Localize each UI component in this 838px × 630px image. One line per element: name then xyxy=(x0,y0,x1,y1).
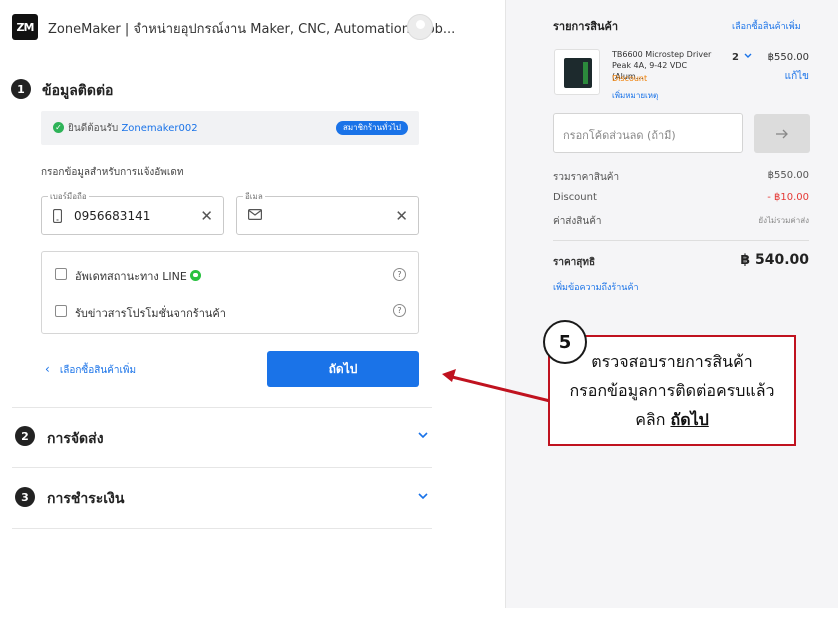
email-clear-icon[interactable]: ✕ xyxy=(395,207,408,225)
line-update-label: อัพเดทสถานะทาง LINE xyxy=(75,270,187,283)
welcome-prefix: ยินดีต้อนรับ xyxy=(68,123,119,134)
shipping-label: ค่าส่งสินค้า xyxy=(553,216,602,227)
product-discount-label: Discount xyxy=(612,74,648,83)
mail-icon xyxy=(248,209,263,223)
subtotal-value: ฿550.00 xyxy=(767,170,809,181)
phone-icon xyxy=(52,208,63,226)
subtotal-row: รวมราคาสินค้า ฿550.00 xyxy=(553,170,809,185)
email-label: อีเมล xyxy=(243,190,265,203)
page-bottom xyxy=(0,608,838,630)
section-divider xyxy=(12,407,432,408)
total-label: ราคาสุทธิ xyxy=(553,257,596,268)
line-icon xyxy=(189,270,201,281)
annotation-line-3: คลิก ถัดไป xyxy=(550,405,794,434)
cart-title: รายการสินค้า xyxy=(553,20,619,33)
shipping-row: ค่าส่งสินค้า ยังไม่รวมค่าส่ง xyxy=(553,214,809,229)
step-3-number: 3 xyxy=(15,487,35,507)
step-2-number: 2 xyxy=(15,426,35,446)
continue-shopping-label: เลือกซื้อสินค้าเพิ่ม xyxy=(59,365,137,376)
section-divider xyxy=(12,528,432,529)
username-link[interactable]: Zonemaker002 xyxy=(121,123,197,134)
total-value: ฿ 540.00 xyxy=(740,252,809,268)
line-update-option[interactable]: อัพเดทสถานะทาง LINE xyxy=(75,267,201,285)
help-icon[interactable]: ? xyxy=(393,304,406,317)
notification-options: อัพเดทสถานะทาง LINE ? รับข่าวสารโปรโมชั่… xyxy=(41,251,419,334)
shipping-value: ยังไม่รวมค่าส่ง xyxy=(758,216,809,225)
store-logo[interactable]: ZM xyxy=(12,14,38,40)
driver-device-graphic xyxy=(564,58,592,88)
quantity-select[interactable]: 2 xyxy=(732,52,739,63)
step-1-number: 1 xyxy=(11,79,31,99)
annotation-step-badge: 5 xyxy=(543,320,587,364)
step-2-title[interactable]: การจัดส่ง xyxy=(47,428,104,450)
annotation-line-3-prefix: คลิก xyxy=(635,410,666,429)
annotation-arrow xyxy=(442,369,551,403)
coupon-input[interactable]: กรอกโค้ดส่วนลด (ถ้ามี) xyxy=(553,113,743,153)
edit-product-link[interactable]: แก้ไข xyxy=(785,69,809,84)
annotation-line-2: กรอกข้อมูลการติดต่อครบแล้ว xyxy=(569,381,775,400)
add-note-link[interactable]: เพิ่มหมายเหตุ xyxy=(612,89,658,102)
phone-input[interactable]: 0956683141 xyxy=(74,209,150,223)
chevron-left-icon: ‹ xyxy=(45,362,50,376)
email-field[interactable]: อีเมล ✕ xyxy=(236,190,419,235)
summary-divider xyxy=(553,240,809,241)
phone-clear-icon[interactable]: ✕ xyxy=(200,207,213,225)
apply-coupon-button[interactable] xyxy=(754,114,810,153)
help-icon[interactable]: ? xyxy=(393,268,406,281)
welcome-text: ยินดีต้อนรับ Zonemaker002 xyxy=(68,121,198,136)
annotation-line-1: ตรวจสอบรายการสินค้า xyxy=(591,352,753,371)
arrow-right-icon xyxy=(775,125,789,143)
add-message-link[interactable]: เพิ่มข้อความถึงร้านค้า xyxy=(553,280,639,294)
discount-label: Discount xyxy=(553,192,597,203)
product-image xyxy=(554,49,600,95)
member-badge: สมาชิกร้านทั่วไป xyxy=(335,121,408,135)
discount-row: Discount - ฿10.00 xyxy=(553,192,809,203)
user-avatar[interactable] xyxy=(407,14,433,40)
step-1-title: ข้อมูลติดต่อ xyxy=(42,83,114,99)
annotation-text: ตรวจสอบรายการสินค้า กรอกข้อมูลการติดต่อค… xyxy=(550,347,794,434)
login-status-box: ✓ ยินดีต้อนรับ Zonemaker002 สมาชิกร้านทั… xyxy=(41,111,419,145)
discount-value: - ฿10.00 xyxy=(767,192,809,203)
coupon-placeholder: กรอกโค้ดส่วนลด (ถ้ามี) xyxy=(563,129,676,142)
annotation-callout: ตรวจสอบรายการสินค้า กรอกข้อมูลการติดต่อค… xyxy=(548,335,796,446)
chevron-down-icon[interactable] xyxy=(418,428,428,442)
subtotal-label: รวมราคาสินค้า xyxy=(553,172,620,183)
continue-shopping-link[interactable]: ‹ เลือกซื้อสินค้าเพิ่ม xyxy=(45,362,136,378)
product-price: ฿550.00 xyxy=(767,52,809,63)
contact-instruction: กรอกข้อมูลสำหรับการแจ้งอัพเดท xyxy=(41,167,184,178)
phone-field[interactable]: เบอร์มือถือ 0956683141 ✕ xyxy=(41,190,224,235)
check-circle-icon: ✓ xyxy=(53,122,64,133)
step-3-title[interactable]: การชำระเงิน xyxy=(47,488,124,510)
chevron-down-icon[interactable] xyxy=(744,52,752,62)
line-update-checkbox[interactable] xyxy=(55,268,67,280)
promo-option-label[interactable]: รับข่าวสารโปรโมชั่นจากร้านค้า xyxy=(75,304,226,322)
shop-more-link[interactable]: เลือกซื้อสินค้าเพิ่ม xyxy=(732,19,801,33)
next-button[interactable]: ถัดไป xyxy=(267,351,419,387)
store-title[interactable]: ZoneMaker | จำหน่ายอุปกรณ์งาน Maker, CNC… xyxy=(48,18,455,39)
chevron-down-icon[interactable] xyxy=(418,489,428,503)
phone-label: เบอร์มือถือ xyxy=(48,190,89,203)
promo-checkbox[interactable] xyxy=(55,305,67,317)
section-divider xyxy=(12,467,432,468)
annotation-next-emphasis: ถัดไป xyxy=(670,410,709,429)
